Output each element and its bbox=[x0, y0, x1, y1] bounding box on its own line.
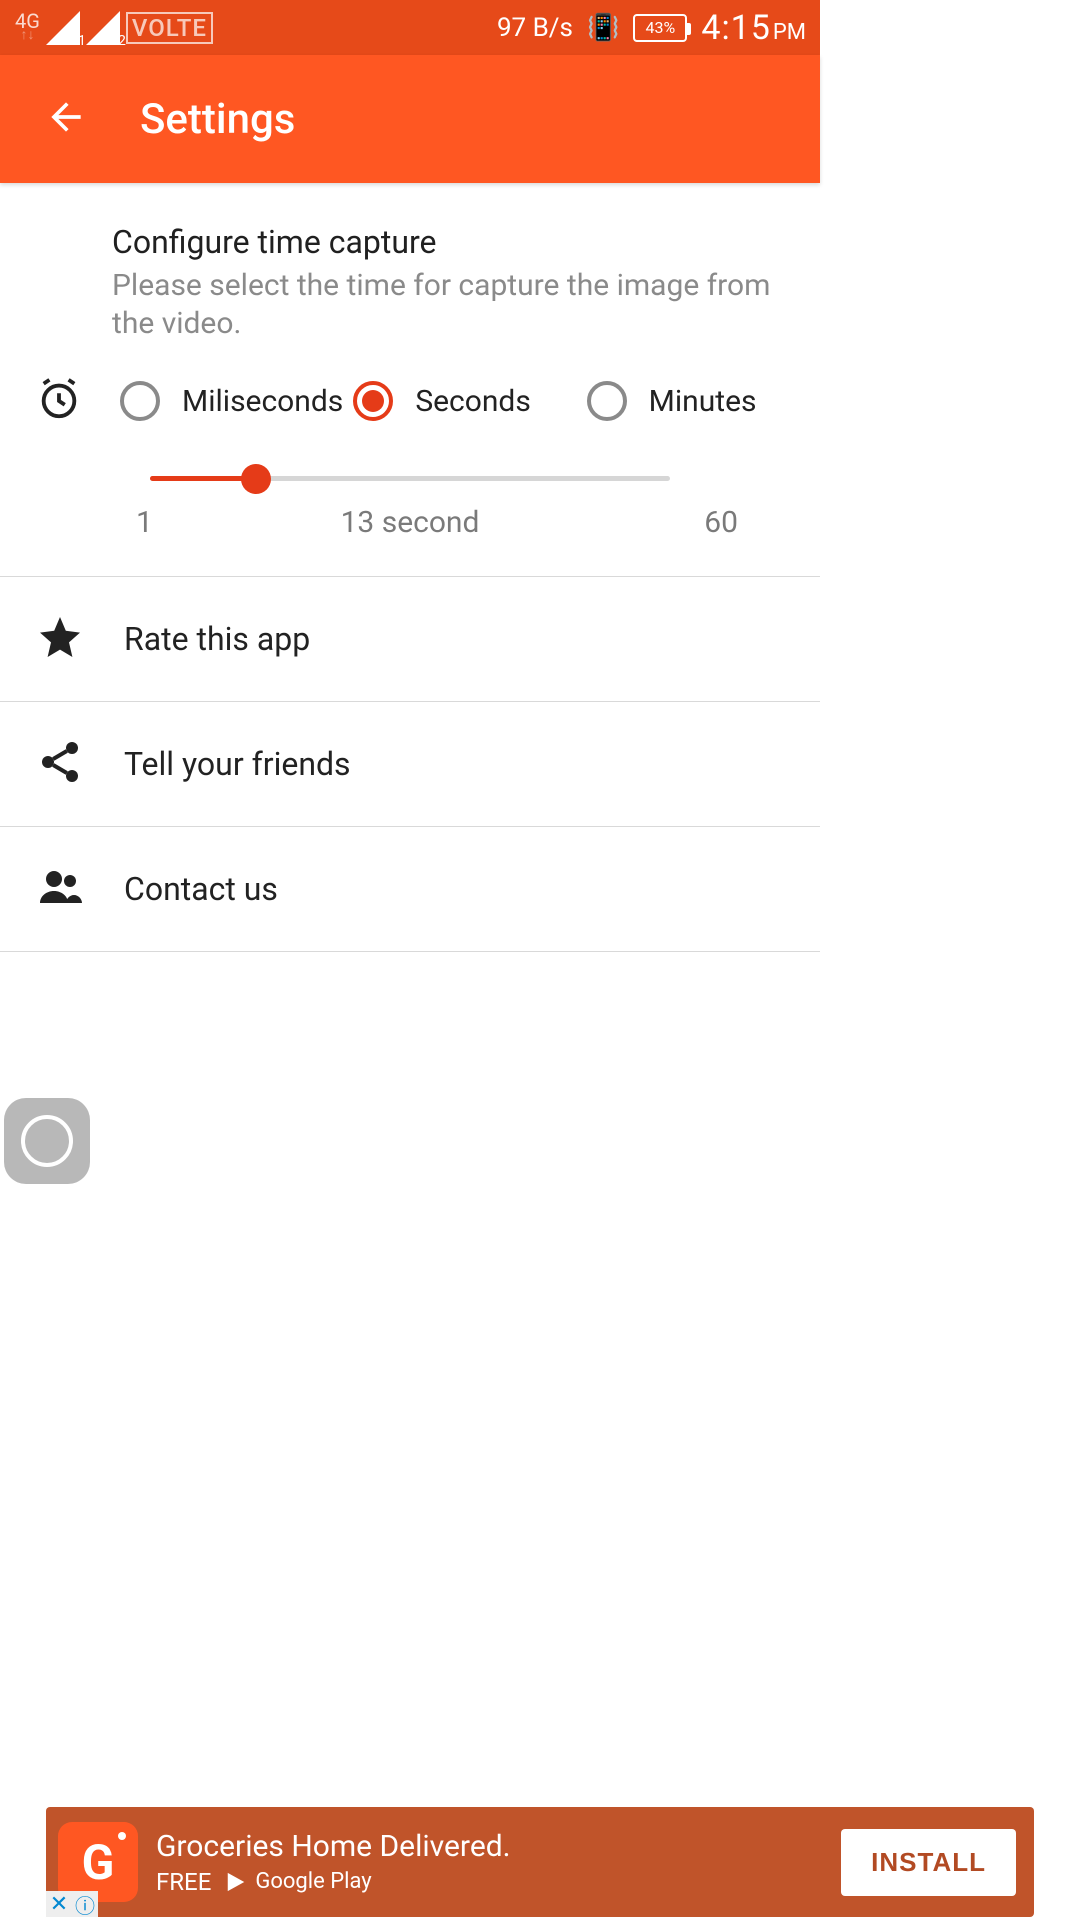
people-icon bbox=[36, 863, 84, 915]
install-button[interactable]: INSTALL bbox=[841, 1829, 1016, 1896]
battery-icon: 43% bbox=[633, 14, 687, 42]
ad-app-icon: G bbox=[58, 1822, 138, 1902]
slider-labels: 1 13 second 60 bbox=[0, 505, 820, 540]
contact-us-item[interactable]: Contact us bbox=[0, 827, 820, 951]
ad-banner[interactable]: G Groceries Home Delivered. FREE Google … bbox=[46, 1807, 1034, 1917]
radio-unchecked-icon bbox=[587, 381, 627, 421]
assistive-touch-button[interactable] bbox=[4, 1098, 90, 1184]
page-title: Settings bbox=[140, 95, 295, 144]
app-bar: Settings bbox=[0, 55, 820, 183]
signal-2-icon: 2 bbox=[86, 11, 120, 45]
radio-label: Miliseconds bbox=[182, 384, 343, 419]
radio-minutes[interactable]: Minutes bbox=[587, 381, 820, 421]
back-arrow-icon[interactable] bbox=[44, 95, 88, 143]
menu-label: Contact us bbox=[124, 870, 278, 908]
volte-badge: VOLTE bbox=[126, 12, 213, 44]
ad-price: FREE bbox=[156, 1868, 211, 1896]
circle-icon bbox=[21, 1115, 73, 1167]
slider-min: 1 bbox=[136, 505, 153, 540]
status-clock: 4:15PM bbox=[701, 8, 806, 48]
radio-checked-icon bbox=[353, 381, 393, 421]
signal-1-icon: 1 bbox=[46, 11, 80, 45]
status-bar: 4G ↑↓ 1 2 VOLTE 97 B/s 📳 43% 4:15PM bbox=[0, 0, 820, 55]
alarm-clock-icon bbox=[36, 376, 82, 426]
time-slider[interactable] bbox=[150, 476, 670, 481]
menu-label: Rate this app bbox=[124, 620, 310, 658]
slider-thumb-icon[interactable] bbox=[241, 464, 271, 494]
tell-friends-item[interactable]: Tell your friends bbox=[0, 702, 820, 826]
radio-unchecked-icon bbox=[120, 381, 160, 421]
radio-label: Seconds bbox=[415, 384, 531, 419]
menu-label: Tell your friends bbox=[124, 745, 351, 783]
slider-current: 13 second bbox=[341, 505, 480, 540]
data-rate: 97 B/s bbox=[497, 13, 573, 43]
section-title: Configure time capture bbox=[112, 223, 780, 261]
google-play-badge: Google Play bbox=[225, 1869, 371, 1894]
rate-app-item[interactable]: Rate this app bbox=[0, 577, 820, 701]
radio-milliseconds[interactable]: Miliseconds bbox=[120, 381, 353, 421]
radio-seconds[interactable]: Seconds bbox=[353, 381, 586, 421]
divider bbox=[0, 951, 820, 952]
section-subtitle: Please select the time for capture the i… bbox=[112, 267, 780, 342]
network-indicator: 4G ↑↓ bbox=[15, 14, 40, 42]
ad-title: Groceries Home Delivered. bbox=[156, 1829, 823, 1864]
slider-max: 60 bbox=[704, 505, 738, 540]
share-icon bbox=[36, 738, 84, 790]
star-icon bbox=[36, 613, 84, 665]
vibrate-icon: 📳 bbox=[587, 13, 619, 43]
radio-label: Minutes bbox=[649, 384, 757, 419]
ad-info-icon[interactable]: ⓘ bbox=[72, 1891, 98, 1917]
ad-close-icon[interactable]: ✕ bbox=[46, 1891, 72, 1917]
configure-time-section: Configure time capture Please select the… bbox=[0, 183, 820, 576]
